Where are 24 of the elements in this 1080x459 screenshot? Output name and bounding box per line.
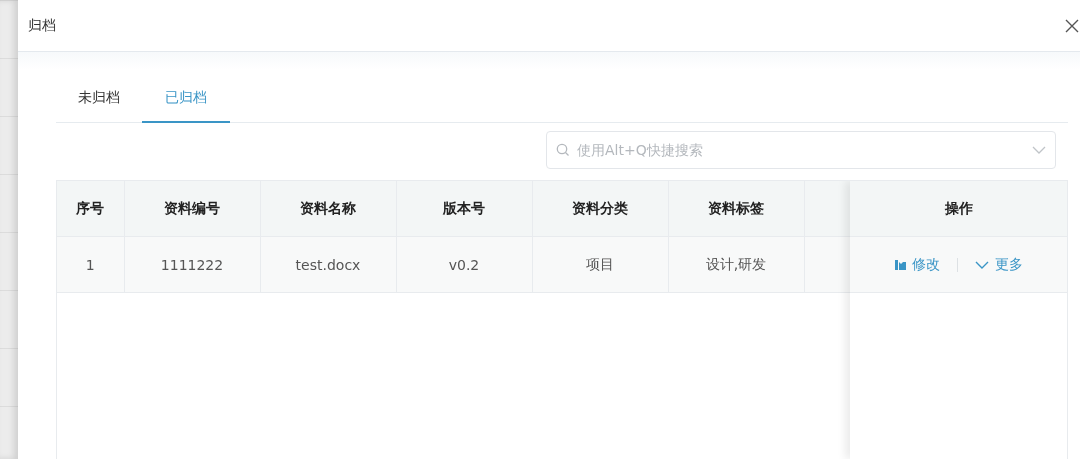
- table-cell: 项目: [532, 236, 668, 293]
- dialog-title: 归档: [28, 16, 56, 35]
- table-cell: v0.2: [396, 236, 532, 293]
- table-cell: 1111222: [124, 236, 260, 293]
- column-header: 资料分类: [532, 181, 668, 237]
- column-header: 资料编号: [124, 181, 260, 237]
- table-cell: test.docx: [260, 236, 396, 293]
- column-header: 版本号: [396, 181, 532, 237]
- column-header: 资料名称: [260, 181, 396, 237]
- tab[interactable]: 已归档: [142, 74, 230, 123]
- edit-link[interactable]: 修改: [894, 255, 940, 274]
- search-icon: [556, 143, 570, 157]
- table-cell: 设计,研发: [668, 236, 804, 293]
- close-button[interactable]: [1064, 17, 1080, 34]
- column-header: 操作: [944, 199, 973, 218]
- column-header: 资料标签: [668, 181, 804, 237]
- search-field[interactable]: 使用Alt+Q快捷搜索: [546, 131, 1056, 169]
- close-icon: [1064, 17, 1080, 34]
- table-cell: 1: [57, 236, 124, 293]
- more-link[interactable]: 更多: [974, 255, 1023, 274]
- chevron-down-icon: [1032, 146, 1046, 154]
- tab[interactable]: 未归档: [56, 74, 142, 123]
- column-header: 序号: [57, 181, 124, 237]
- chevron-down-icon: [974, 260, 989, 269]
